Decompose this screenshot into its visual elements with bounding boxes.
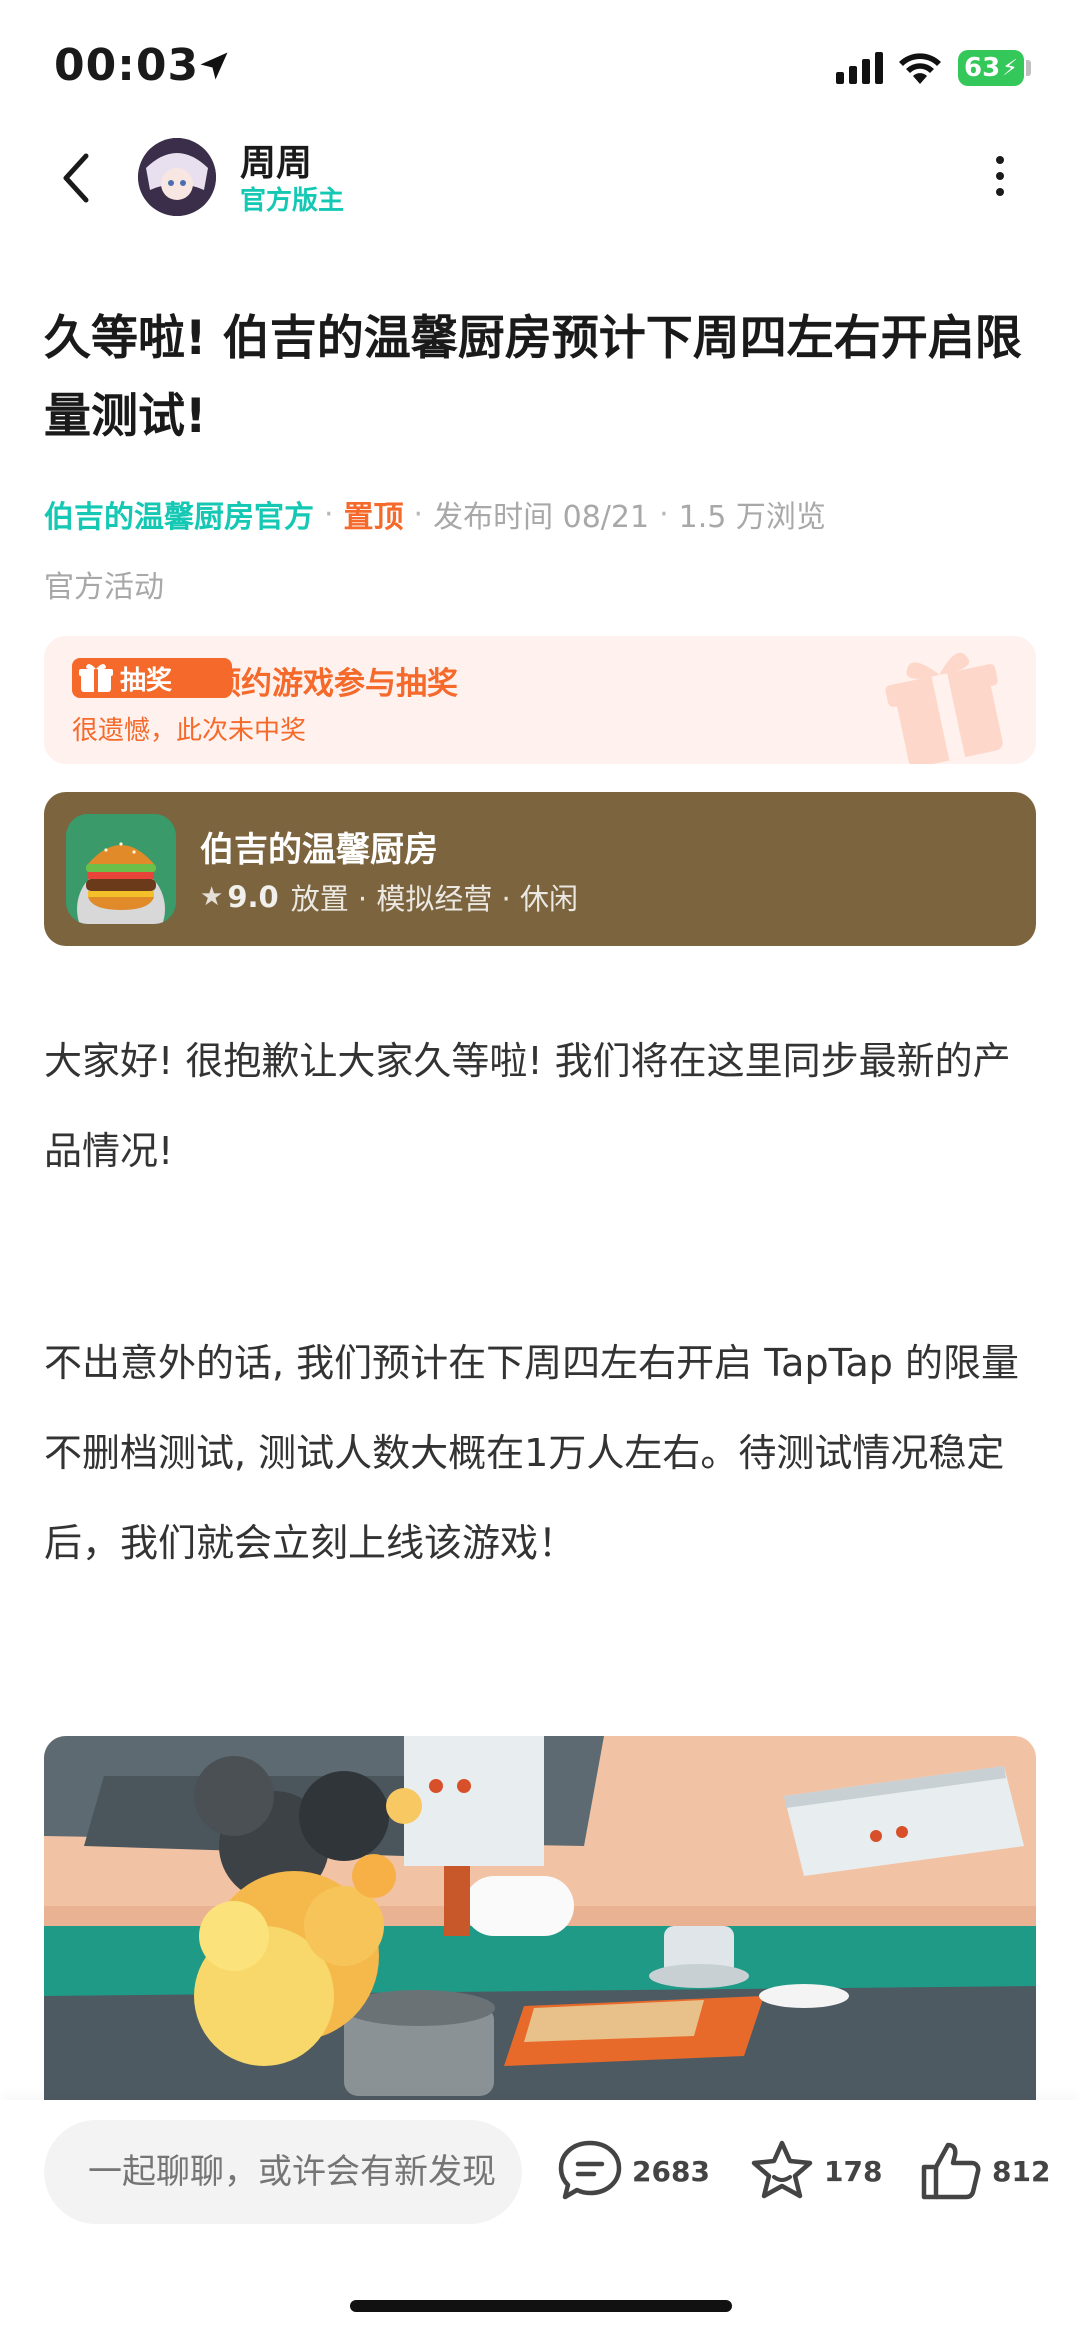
author-role-badge: 官方版主 xyxy=(240,186,345,216)
favorite-count: 178 xyxy=(824,2154,883,2188)
lottery-card[interactable]: 抽奖 预约游戏参与抽奖 很遗憾，此次未中奖 xyxy=(44,636,1036,764)
like-button[interactable]: 812 xyxy=(916,2136,1050,2206)
comment-count: 2683 xyxy=(632,2154,710,2188)
star-outline-icon xyxy=(751,2140,813,2199)
separator: · xyxy=(659,496,669,532)
lottery-badge-label: 抽奖 xyxy=(120,665,173,696)
game-name: 伯吉的温馨厨房 xyxy=(200,830,438,870)
star-icon: ★ xyxy=(200,882,224,912)
avatar-illustration xyxy=(138,138,216,216)
lottery-badge: 抽奖 xyxy=(72,658,232,698)
charging-bolt-icon: ⚡ xyxy=(1002,55,1018,81)
thumbs-up-icon xyxy=(921,2142,981,2200)
like-count: 812 xyxy=(992,2154,1051,2188)
burger-icon xyxy=(66,814,176,924)
pinned-tag: 置顶 xyxy=(343,500,404,535)
separator: · xyxy=(413,496,424,532)
game-tags: 放置 · 模拟经营 · 休闲 xyxy=(290,882,578,916)
back-arrow-icon[interactable] xyxy=(56,148,96,208)
separator: · xyxy=(324,496,334,532)
gift-icon xyxy=(79,663,113,692)
wifi-icon xyxy=(899,53,941,84)
location-arrow-icon xyxy=(200,52,228,80)
lottery-result: 很遗憾，此次未中奖 xyxy=(72,716,307,746)
post-paragraph: 不出意外的话, 我们预计在下周四左右开启 TapTap 的限量不删档测试, 测试… xyxy=(44,1341,1019,1565)
author-avatar[interactable] xyxy=(138,138,216,216)
kitchen-scene-image xyxy=(44,1736,1036,2116)
comment-input[interactable] xyxy=(44,2120,522,2224)
cellular-signal-icon xyxy=(836,52,883,84)
home-indicator[interactable] xyxy=(350,2300,732,2312)
game-rating: 9.0 xyxy=(227,880,279,914)
post-meta: 伯吉的温馨厨房官方 · 置顶 · 发布时间 08/21 · 1.5 万浏览 官方… xyxy=(44,490,1044,608)
comment-bubble-icon xyxy=(558,2140,622,2200)
game-card[interactable]: 伯吉的温馨厨房 ★ 9.0 放置 · 模拟经营 · 休闲 xyxy=(44,792,1036,946)
forum-link[interactable]: 伯吉的温馨厨房官方 xyxy=(44,492,314,536)
lottery-title: 预约游戏参与抽奖 xyxy=(210,666,458,702)
battery-cap xyxy=(1026,60,1031,76)
publish-time: 发布时间 08/21 xyxy=(433,500,650,535)
post-category[interactable]: 官方活动 xyxy=(44,562,164,606)
battery-indicator: 63 ⚡ xyxy=(958,50,1024,86)
game-icon xyxy=(66,814,176,924)
author-name[interactable]: 周周 xyxy=(240,134,312,186)
status-time: 00:03 xyxy=(54,40,200,91)
post-image[interactable] xyxy=(44,1736,1036,2116)
status-bar: 00:03 63 ⚡ xyxy=(0,0,1080,130)
gift-decoration-icon xyxy=(885,652,1003,764)
post-paragraph: 大家好! 很抱歉让大家久等啦! 我们将在这里同步最新的产品情况! xyxy=(44,1039,1011,1173)
view-count: 1.5 万浏览 xyxy=(678,500,826,535)
comment-button[interactable]: 2683 xyxy=(556,2136,710,2206)
more-options-icon[interactable] xyxy=(990,152,1010,200)
post-title: 久等啦! 伯吉的温馨厨房预计下周四左右开启限量测试! xyxy=(44,311,1022,444)
game-meta: ★ 9.0 放置 · 模拟经营 · 休闲 xyxy=(200,876,578,918)
battery-level: 63 xyxy=(964,53,1001,83)
favorite-button[interactable]: 178 xyxy=(748,2136,882,2206)
